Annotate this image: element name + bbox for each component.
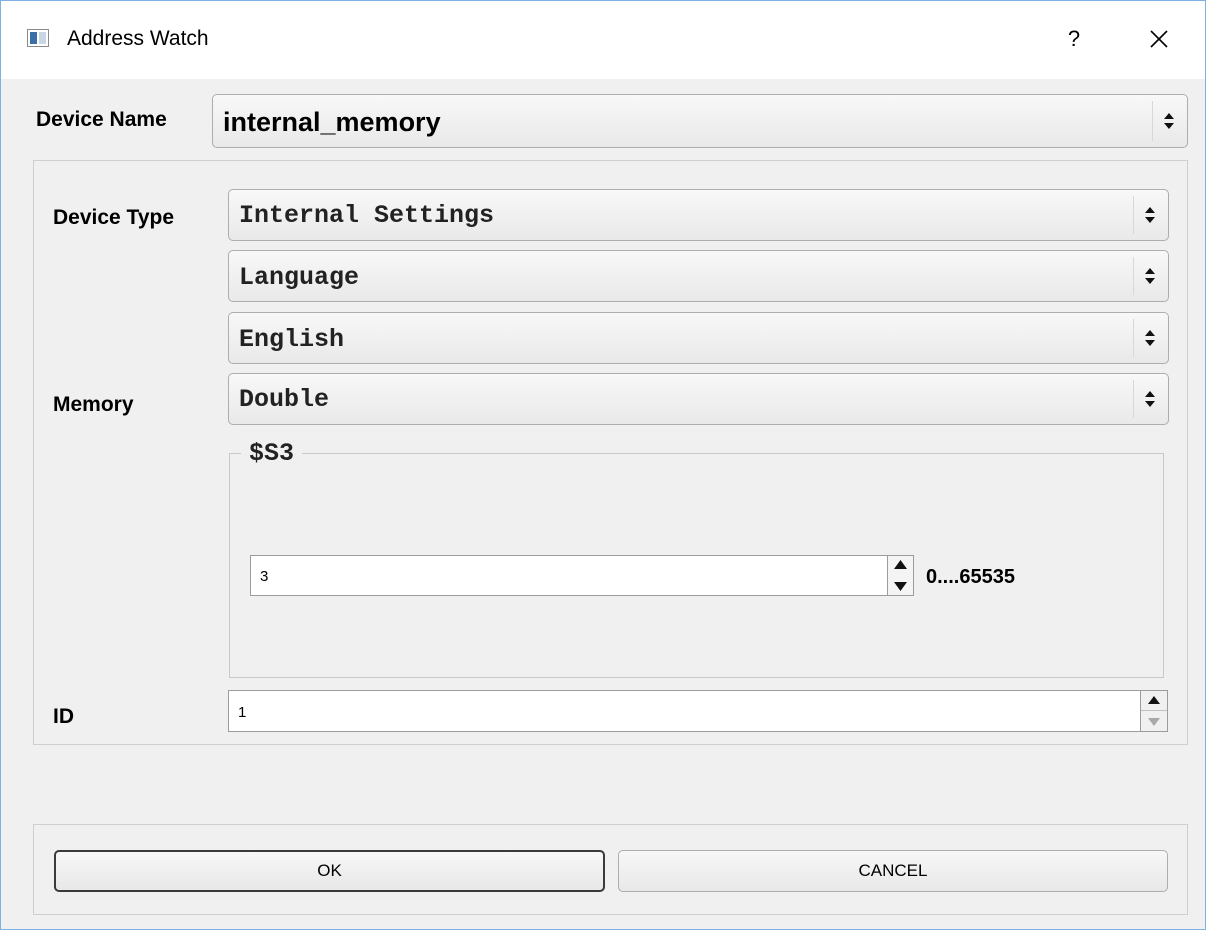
cancel-button[interactable]: CANCEL <box>618 850 1168 892</box>
ok-button[interactable]: OK <box>54 850 605 892</box>
language-select[interactable]: English <box>228 312 1169 364</box>
address-watch-dialog: Address Watch ? Device Name internal_mem… <box>0 0 1206 930</box>
device-name-label: Device Name <box>36 108 167 131</box>
address-spin-buttons[interactable] <box>887 555 914 596</box>
address-range-label: 0....65535 <box>926 566 1015 588</box>
address-value-spinbox[interactable]: 3 <box>250 555 914 596</box>
category-value: Language <box>239 263 360 292</box>
combo-divider <box>1152 101 1153 141</box>
close-icon <box>1150 30 1168 48</box>
memory-label: Memory <box>53 393 134 416</box>
up-down-arrows-icon <box>1145 207 1155 223</box>
id-spin-buttons[interactable] <box>1140 690 1168 732</box>
combo-divider <box>1133 196 1134 234</box>
combo-divider <box>1133 380 1134 418</box>
device-name-value: internal_memory <box>223 107 441 137</box>
device-type-value: Internal Settings <box>239 201 495 230</box>
up-down-arrows-icon <box>1145 268 1155 284</box>
memory-value: Double <box>239 385 330 414</box>
id-label: ID <box>53 705 74 728</box>
id-value: 1 <box>238 704 247 721</box>
arrow-up-icon <box>1148 696 1160 704</box>
arrow-down-icon <box>1148 718 1160 726</box>
address-group-title: $S3 <box>241 439 303 468</box>
device-name-select[interactable]: internal_memory <box>212 94 1188 148</box>
up-down-arrows-icon <box>1145 330 1155 346</box>
memory-select[interactable]: Double <box>228 373 1169 425</box>
category-select[interactable]: Language <box>228 250 1169 302</box>
device-type-label: Device Type <box>53 206 175 229</box>
spin-down-button[interactable] <box>888 576 913 596</box>
device-type-select[interactable]: Internal Settings <box>228 189 1169 241</box>
spin-down-button[interactable] <box>1141 711 1167 731</box>
app-window-icon <box>27 29 49 47</box>
combo-divider <box>1133 319 1134 357</box>
arrow-down-icon <box>894 581 907 591</box>
spin-up-button[interactable] <box>1141 691 1167 711</box>
up-down-arrows-icon <box>1145 391 1155 407</box>
window-title: Address Watch <box>67 27 209 50</box>
arrow-up-icon <box>894 560 907 569</box>
close-button[interactable] <box>1141 21 1177 57</box>
address-value: 3 <box>260 568 269 585</box>
combo-divider <box>1133 257 1134 295</box>
spin-up-button[interactable] <box>888 556 913 576</box>
up-down-arrows-icon <box>1164 113 1174 129</box>
language-value: English <box>239 325 345 354</box>
help-button[interactable]: ? <box>1059 23 1089 55</box>
id-spinbox[interactable]: 1 <box>228 690 1168 732</box>
title-bar: Address Watch ? <box>1 1 1205 79</box>
